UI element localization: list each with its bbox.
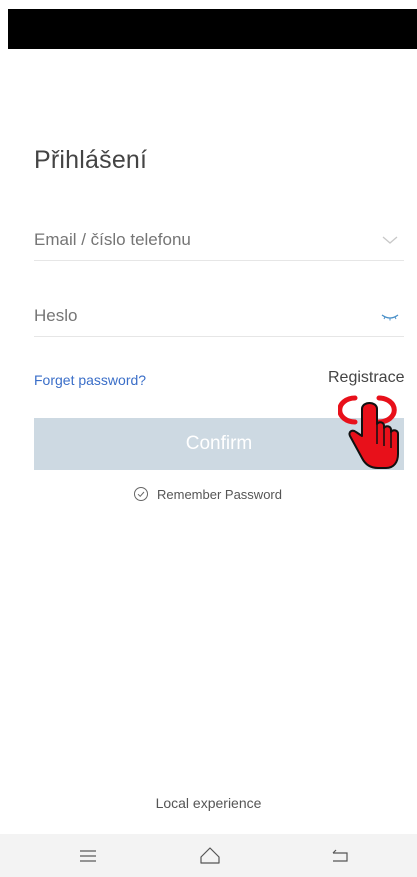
eye-closed-icon[interactable] bbox=[380, 308, 400, 324]
back-icon[interactable] bbox=[328, 844, 352, 868]
footer-text: Local experience bbox=[155, 795, 262, 811]
page-title: Přihlášení bbox=[34, 146, 148, 174]
hand-pointer-icon bbox=[338, 395, 399, 469]
forgot-password-link[interactable]: Forget password? bbox=[34, 372, 146, 388]
password-input[interactable] bbox=[34, 306, 354, 326]
register-link[interactable]: Registrace bbox=[328, 369, 404, 387]
remember-password-toggle[interactable]: Remember Password bbox=[133, 486, 282, 502]
password-field[interactable] bbox=[34, 296, 404, 337]
email-input[interactable] bbox=[34, 230, 354, 250]
status-bar bbox=[8, 9, 417, 49]
navigation-bar bbox=[0, 834, 417, 877]
email-field[interactable] bbox=[34, 220, 404, 261]
home-icon[interactable] bbox=[198, 844, 222, 868]
menu-icon[interactable] bbox=[76, 844, 100, 868]
chevron-down-icon[interactable] bbox=[380, 232, 400, 248]
remember-password-label: Remember Password bbox=[157, 486, 282, 502]
check-circle-icon[interactable] bbox=[133, 486, 149, 502]
